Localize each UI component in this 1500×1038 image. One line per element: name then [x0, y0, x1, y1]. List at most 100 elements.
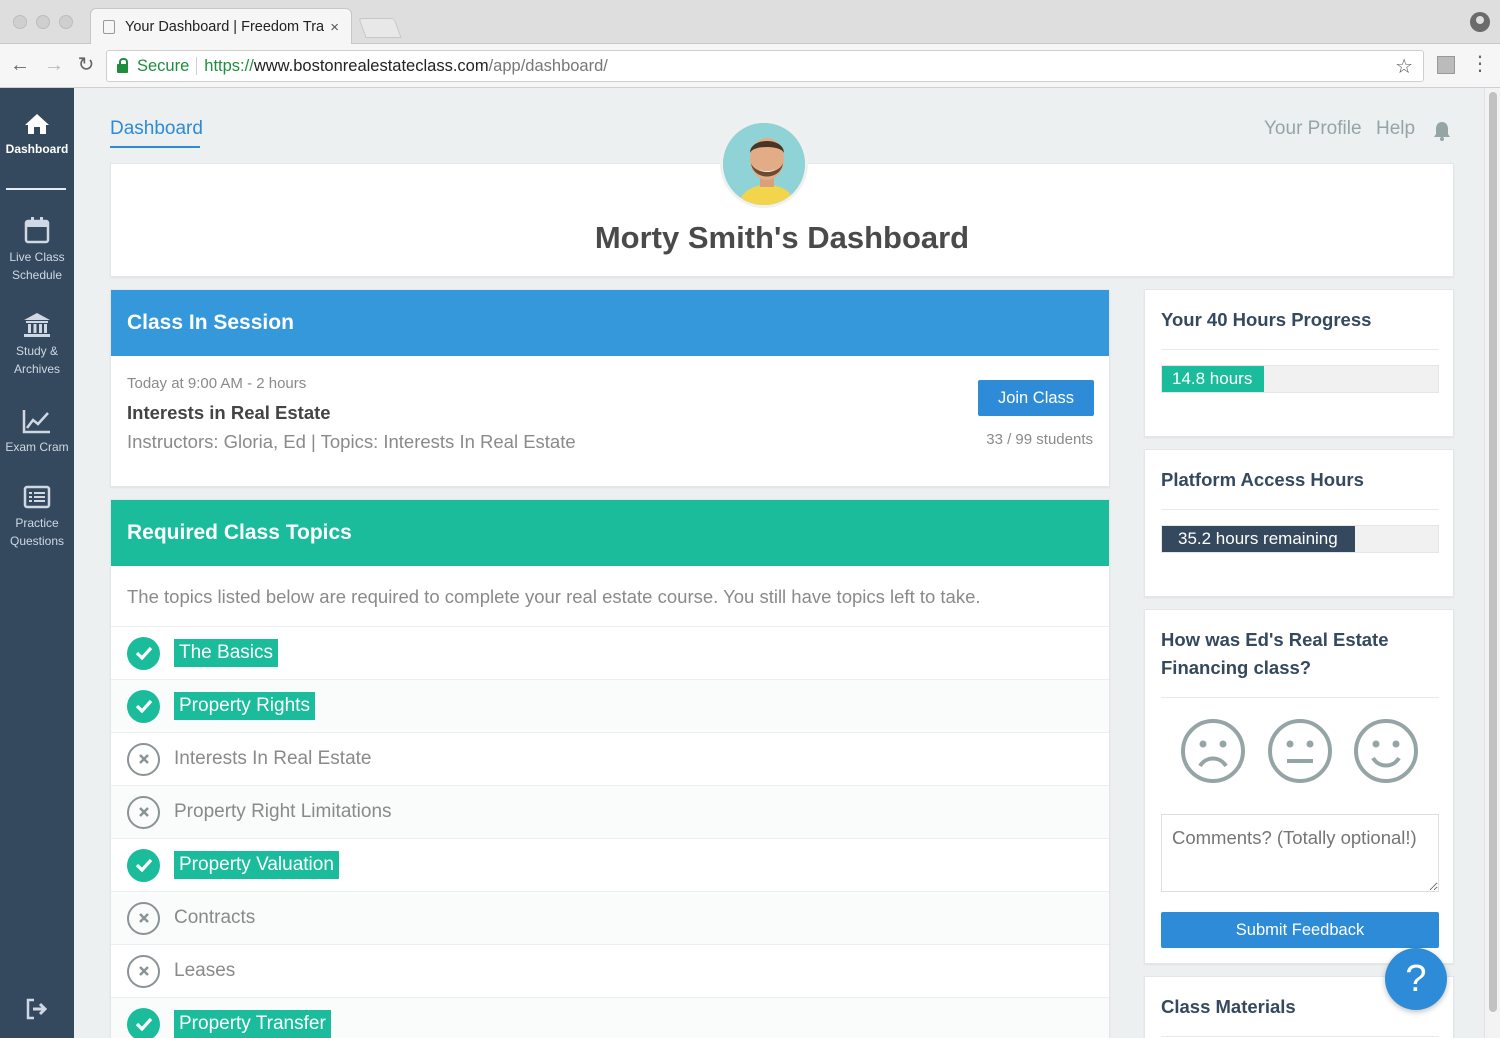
- hours-progress-card: Your 40 Hours Progress 14.8 hours: [1144, 289, 1454, 437]
- divider: [1161, 1036, 1439, 1037]
- access-hours-bar: 35.2 hours remaining: [1161, 525, 1439, 553]
- required-topics-card: Required Class Topics The topics listed …: [110, 499, 1110, 1038]
- sad-face-icon[interactable]: [1180, 718, 1246, 784]
- check-icon: [127, 689, 160, 723]
- check-icon: [127, 636, 160, 670]
- bookmark-star-icon[interactable]: ☆: [1395, 54, 1413, 79]
- sidebar-item-dashboard[interactable]: Dashboard: [0, 112, 74, 158]
- bank-icon: [24, 313, 50, 337]
- submit-feedback-button[interactable]: Submit Feedback: [1161, 912, 1439, 948]
- your-profile-link[interactable]: Your Profile: [1264, 118, 1362, 140]
- sidebar-divider: [6, 188, 66, 190]
- back-icon[interactable]: ←: [8, 53, 32, 77]
- window-zoom-button[interactable]: [59, 15, 73, 29]
- topic-row[interactable]: Interests In Real Estate: [111, 732, 1109, 785]
- topic-row[interactable]: Leases: [111, 944, 1109, 997]
- required-topics-heading: Required Class Topics: [111, 500, 1109, 566]
- topic-row[interactable]: Property Right Limitations: [111, 785, 1109, 838]
- tab-title: Your Dashboard | Freedom Tra: [125, 19, 325, 35]
- page-favicon-icon: [103, 20, 115, 34]
- new-tab-button[interactable]: [358, 18, 402, 38]
- reload-icon[interactable]: ↻: [74, 53, 98, 77]
- page-title: Morty Smith's Dashboard: [594, 220, 970, 255]
- help-link[interactable]: Help: [1376, 118, 1415, 140]
- sidebar-item-exam-cram[interactable]: Exam Cram: [0, 408, 74, 456]
- hours-progress-fill: 14.8 hours: [1162, 366, 1265, 392]
- class-name: Interests in Real Estate: [127, 402, 331, 423]
- divider: [1161, 697, 1439, 698]
- browser-account-icon[interactable]: [1470, 12, 1490, 32]
- url-host: www.bostonrealestateclass.com: [253, 56, 489, 75]
- check-icon: [127, 848, 160, 882]
- browser-menu-icon[interactable]: ⋮: [1470, 52, 1490, 76]
- access-hours-card: Platform Access Hours 35.2 hours remaini…: [1144, 449, 1454, 597]
- incomplete-x-icon: [127, 954, 160, 988]
- sidebar-item-study-archives[interactable]: Study & Archives: [0, 312, 74, 378]
- required-topics-intro: The topics listed below are required to …: [127, 586, 981, 607]
- scrollbar-thumb[interactable]: [1489, 92, 1497, 1012]
- check-icon: [127, 1007, 160, 1038]
- logout-icon[interactable]: [25, 998, 49, 1020]
- access-hours-fill: 35.2 hours remaining: [1162, 526, 1356, 552]
- required-topics-title: Required Class Topics: [127, 521, 352, 544]
- feedback-question: How was Ed's Real Estate Financing class…: [1161, 629, 1389, 678]
- sidebar-item-label: Dashboard: [5, 142, 69, 156]
- topic-row[interactable]: Property Transfer: [111, 997, 1109, 1038]
- class-time: Today at 9:00 AM - 2 hours: [127, 375, 307, 392]
- incomplete-x-icon: [127, 901, 160, 935]
- extension-icon[interactable]: [1437, 56, 1455, 74]
- topic-row[interactable]: Contracts: [111, 891, 1109, 944]
- sidebar-item-label: Exam Cram: [5, 440, 69, 454]
- topic-name: Property Transfer: [174, 1010, 331, 1038]
- neutral-face-icon[interactable]: [1267, 718, 1333, 784]
- window-minimize-button[interactable]: [36, 15, 50, 29]
- access-hours-title: Platform Access Hours: [1161, 469, 1364, 490]
- bell-icon[interactable]: [1433, 121, 1451, 141]
- url-scheme: https://: [204, 56, 254, 75]
- sidebar-item-practice-questions[interactable]: Practice Questions: [0, 484, 74, 550]
- divider: [1161, 349, 1439, 350]
- class-materials-title: Class Materials: [1161, 996, 1296, 1017]
- calendar-icon: [24, 217, 50, 244]
- sidebar-item-label: Live Class Schedule: [9, 250, 65, 282]
- access-hours-label: 35.2 hours remaining: [1178, 529, 1338, 548]
- help-chat-button[interactable]: ?: [1385, 948, 1447, 1010]
- sidebar-item-label: Practice Questions: [9, 516, 65, 548]
- main-content: Dashboard Your Profile Help Morty Smith'…: [74, 88, 1484, 1038]
- class-in-session-heading: Class In Session: [111, 290, 1109, 356]
- avatar[interactable]: [720, 120, 808, 208]
- happy-face-icon[interactable]: [1353, 718, 1419, 784]
- class-in-session-title: Class In Session: [127, 311, 294, 334]
- secure-label: Secure: [137, 56, 190, 75]
- topic-name: The Basics: [174, 639, 278, 667]
- hours-progress-title: Your 40 Hours Progress: [1161, 309, 1372, 330]
- topic-name: Leases: [174, 960, 236, 981]
- divider: [1161, 509, 1439, 510]
- topic-row[interactable]: The Basics: [111, 626, 1109, 679]
- forward-icon[interactable]: →: [42, 53, 66, 77]
- comments-field[interactable]: [1161, 814, 1439, 892]
- tab-dashboard[interactable]: Dashboard: [110, 118, 203, 140]
- list-icon: [23, 485, 51, 509]
- browser-tab[interactable]: Your Dashboard | Freedom Tra ×: [90, 8, 352, 45]
- sidebar-item-live-class-schedule[interactable]: Live Class Schedule: [0, 216, 74, 284]
- browser-tab-strip: Your Dashboard | Freedom Tra ×: [0, 0, 1500, 45]
- class-in-session-card: Class In Session Today at 9:00 AM - 2 ho…: [110, 289, 1110, 487]
- topic-name: Contracts: [174, 907, 256, 928]
- tab-close-icon[interactable]: ×: [330, 19, 339, 36]
- lock-icon: [117, 58, 128, 73]
- topic-name: Property Right Limitations: [174, 801, 392, 822]
- join-class-button[interactable]: Join Class: [978, 380, 1094, 416]
- address-divider: [196, 57, 198, 75]
- topic-row[interactable]: Property Valuation: [111, 838, 1109, 891]
- sidebar-item-label: Study & Archives: [13, 344, 60, 376]
- window-close-button[interactable]: [13, 15, 27, 29]
- page-scrollbar[interactable]: [1484, 88, 1500, 1038]
- sidebar: Dashboard Live Class Schedule Study & Ar…: [0, 88, 74, 1038]
- home-icon: [25, 114, 49, 134]
- topic-name: Property Valuation: [174, 851, 339, 879]
- topic-row[interactable]: Property Rights: [111, 679, 1109, 732]
- address-bar[interactable]: Secure https://www.bostonrealestateclass…: [106, 50, 1424, 82]
- topic-name: Interests In Real Estate: [174, 748, 372, 769]
- hours-progress-label: 14.8 hours: [1172, 369, 1253, 388]
